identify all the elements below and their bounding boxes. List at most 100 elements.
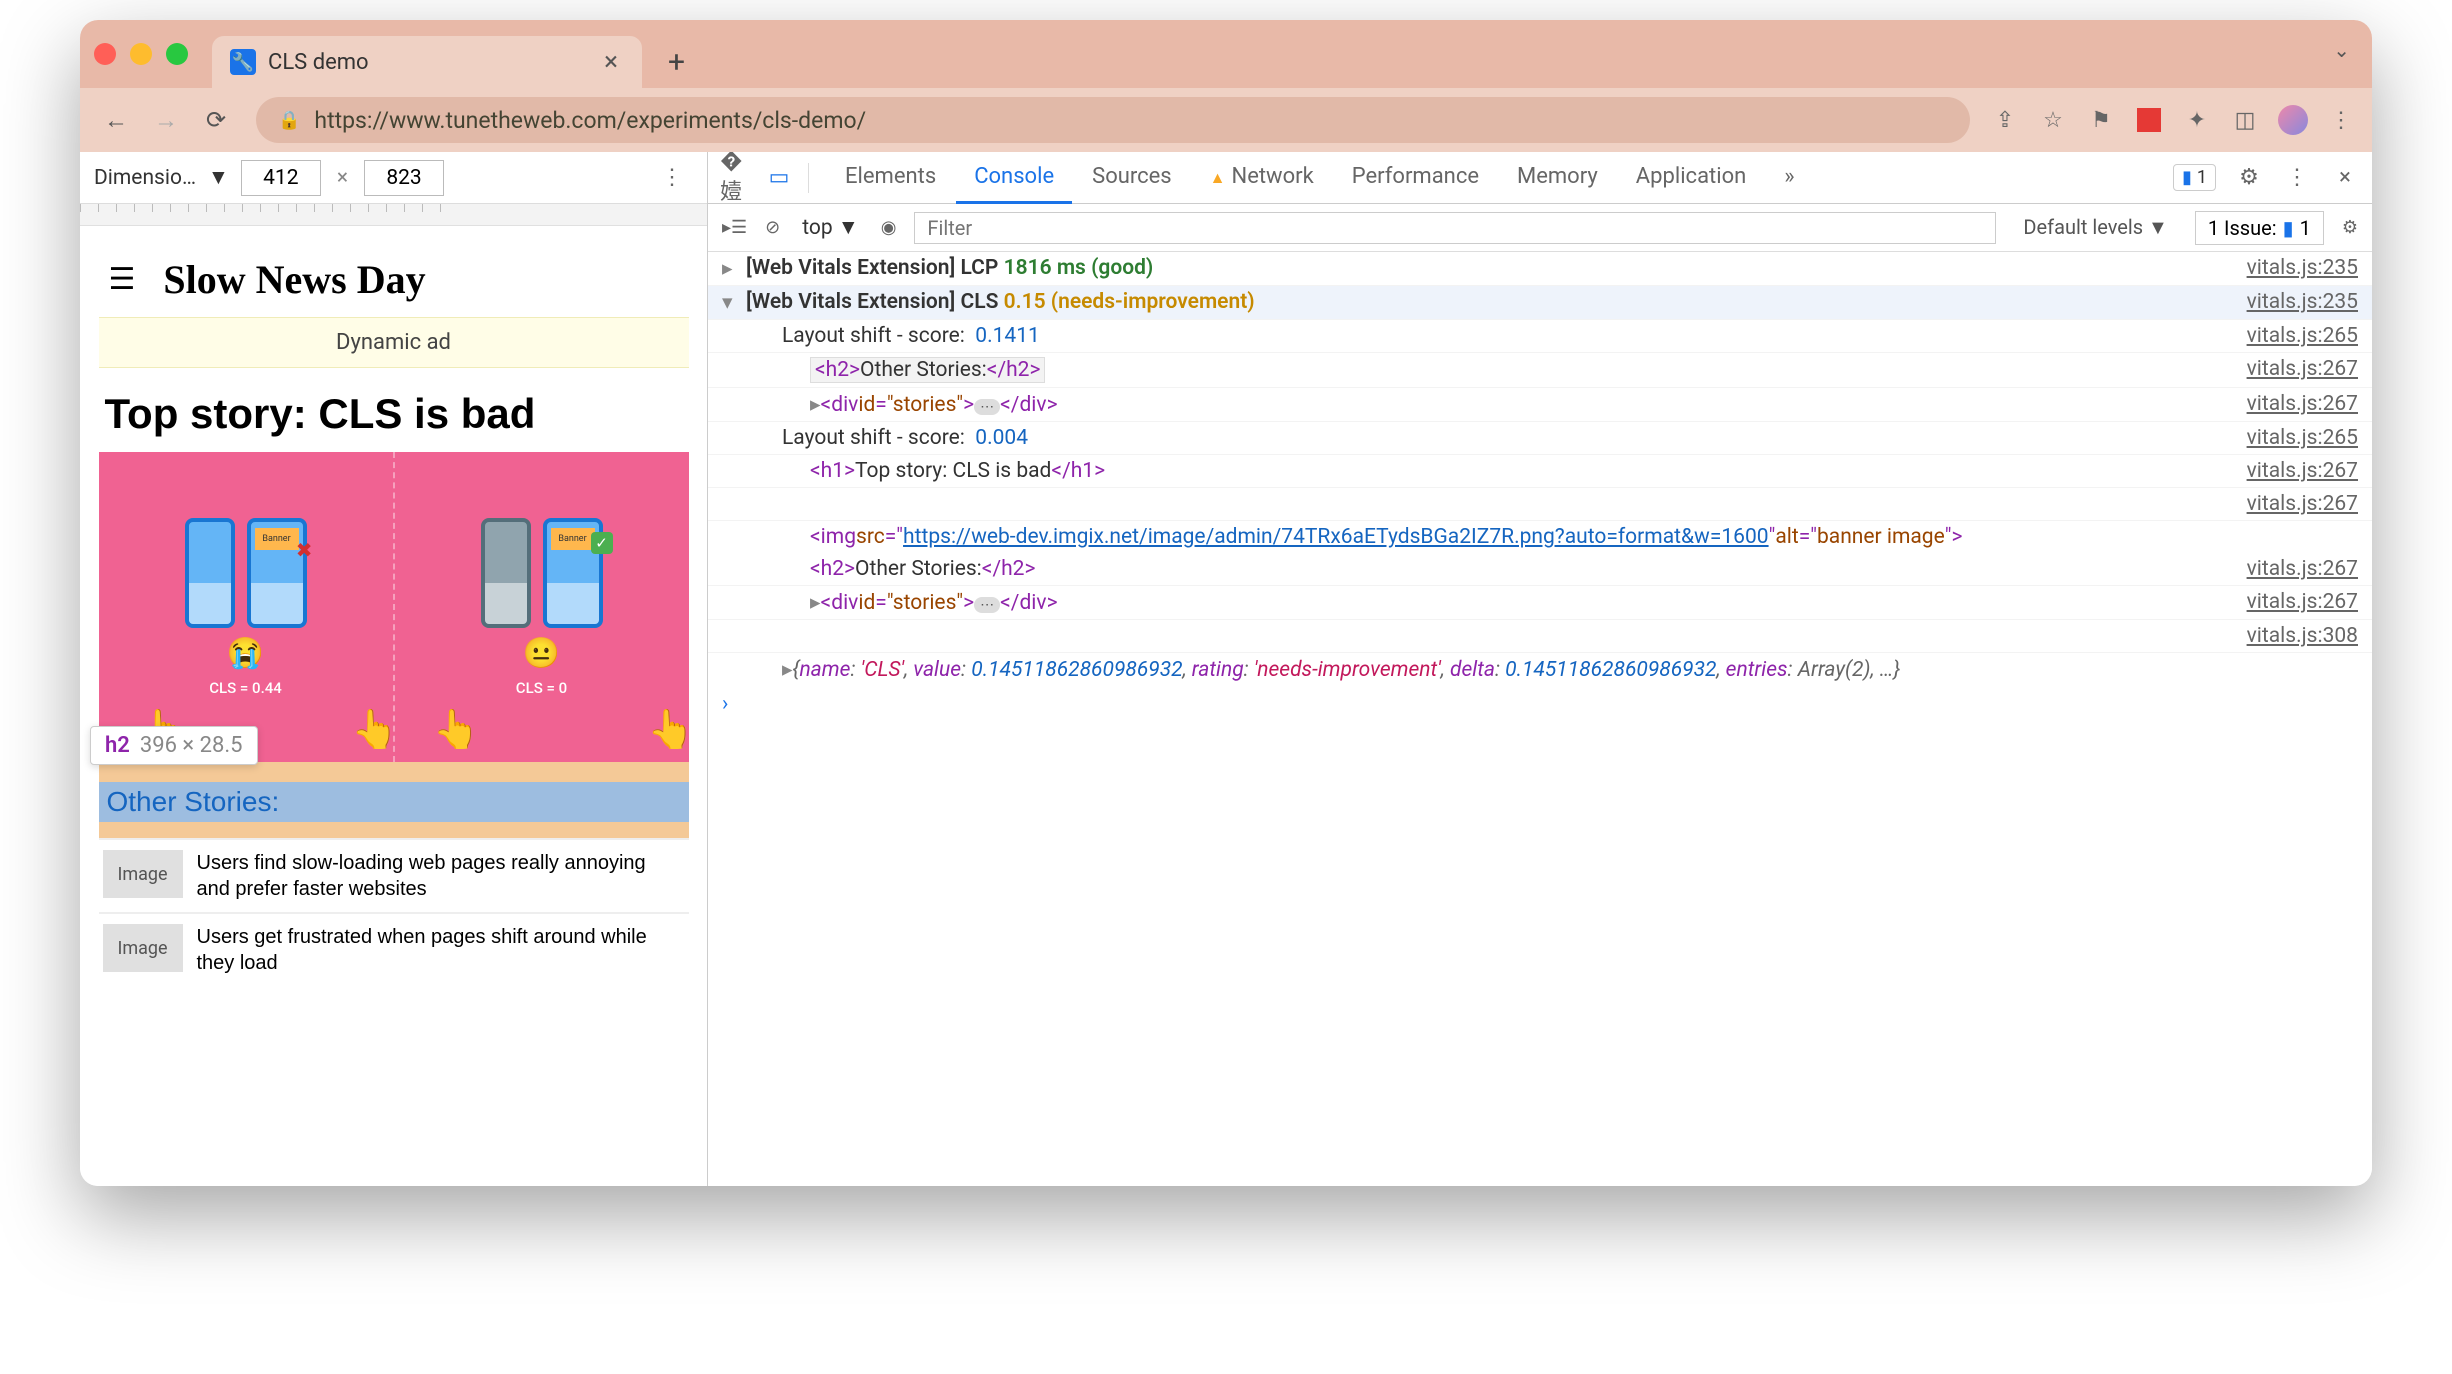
devtools-close-icon[interactable]: × <box>2330 163 2360 193</box>
new-tab-button[interactable]: + <box>660 37 693 88</box>
tab-overflow-icon[interactable]: » <box>1766 152 1812 204</box>
address-bar[interactable]: 🔒 https://www.tunetheweb.com/experiments… <box>256 97 1970 143</box>
flag-icon[interactable]: ⚑ <box>2086 105 2116 135</box>
device-viewport: ☰ Slow News Day Dynamic ad Top story: CL… <box>80 226 707 1186</box>
disclosure-icon[interactable]: ▸ <box>782 657 793 682</box>
tab-sources[interactable]: Sources <box>1074 152 1190 204</box>
source-link[interactable]: vitals.js:267 <box>2227 357 2358 381</box>
source-link[interactable]: vitals.js:267 <box>2227 492 2358 516</box>
inspector-tooltip: h2 396 × 28.5 <box>90 726 258 765</box>
story-item[interactable]: Image Users find slow-loading web pages … <box>99 838 689 912</box>
bookmark-icon[interactable]: ☆ <box>2038 105 2068 135</box>
source-link[interactable]: vitals.js:267 <box>2227 590 2358 614</box>
titlebar: 🔧 CLS demo × + ⌄ <box>80 20 2372 88</box>
inspected-element: Other Stories: <box>99 782 689 822</box>
window-close[interactable] <box>94 43 116 65</box>
source-link[interactable]: vitals.js:265 <box>2227 324 2358 348</box>
times-separator: × <box>333 166 352 190</box>
menu-icon[interactable]: ⋮ <box>2326 105 2356 135</box>
live-expression-icon[interactable]: ◉ <box>881 217 897 238</box>
devtools-tabs: �嬄 ▭ Elements Console Sources Network Pe… <box>708 152 2372 204</box>
window-minimize[interactable] <box>130 43 152 65</box>
width-input[interactable] <box>241 160 321 196</box>
dimensions-dropdown-icon[interactable]: ▼ <box>208 166 229 190</box>
ruler <box>80 204 707 226</box>
source-link[interactable]: vitals.js:267 <box>2227 459 2358 483</box>
source-link[interactable]: vitals.js:267 <box>2227 557 2358 581</box>
story-thumbnail: Image <box>103 924 183 972</box>
console-drawer-icon[interactable]: ▸☰ <box>722 217 747 238</box>
element-preview[interactable]: <h2>Other Stories:</h2> <box>810 357 1045 383</box>
disclosure-icon[interactable]: ▸ <box>810 590 821 615</box>
source-link[interactable]: vitals.js:265 <box>2227 426 2358 450</box>
window-maximize[interactable] <box>166 43 188 65</box>
dimensions-label: Dimensio… <box>94 166 196 190</box>
tab-performance[interactable]: Performance <box>1334 152 1497 204</box>
issues-badge[interactable]: ▮1 <box>2173 164 2216 191</box>
tab-favicon: 🔧 <box>230 49 256 75</box>
tab-memory[interactable]: Memory <box>1499 152 1616 204</box>
reload-button[interactable]: ⟳ <box>196 100 236 140</box>
extensions-icon[interactable]: ✦ <box>2182 105 2212 135</box>
img-src-link[interactable]: https://web-dev.imgix.net/image/admin/74… <box>903 525 1769 549</box>
height-input[interactable] <box>364 160 444 196</box>
tooltip-dimensions: 396 × 28.5 <box>140 733 243 758</box>
source-link[interactable]: vitals.js:235 <box>2227 290 2358 314</box>
tooltip-tag: h2 <box>105 733 130 758</box>
crying-emoji: 😭 <box>227 636 264 671</box>
tab-dropdown-icon[interactable]: ⌄ <box>2333 38 2350 62</box>
issues-summary[interactable]: 1 Issue: ▮ 1 <box>2195 211 2324 245</box>
profile-avatar[interactable] <box>2278 105 2308 135</box>
context-selector[interactable]: top ▼ <box>798 212 862 244</box>
device-menu-icon[interactable]: ⋮ <box>651 165 693 190</box>
img-alt-text: banner image <box>1817 525 1945 549</box>
story-thumbnail: Image <box>103 850 183 898</box>
neutral-emoji: 😐 <box>523 636 560 671</box>
highlight-overlay <box>99 762 689 782</box>
cls-bad-label: CLS = 0.44 <box>209 679 282 697</box>
url-text: https://www.tunetheweb.com/experiments/c… <box>314 107 866 134</box>
source-link[interactable]: vitals.js:267 <box>2227 392 2358 416</box>
extension-icon[interactable] <box>2134 105 2164 135</box>
browser-toolbar: ← → ⟳ 🔒 https://www.tunetheweb.com/exper… <box>80 88 2372 152</box>
tab-close-icon[interactable]: × <box>598 47 624 77</box>
log-levels-selector[interactable]: Default levels ▼ <box>2014 210 2176 245</box>
object-preview[interactable]: {name: 'CLS', value: 0.14511862860986932… <box>793 658 1901 682</box>
console-filter-input[interactable] <box>914 212 1996 244</box>
sidepanel-icon[interactable]: ◫ <box>2230 105 2260 135</box>
devtools-menu-icon[interactable]: ⋮ <box>2282 163 2312 193</box>
tab-application[interactable]: Application <box>1618 152 1764 204</box>
other-stories-heading: Other Stories: <box>107 786 681 818</box>
story-text: Users get frustrated when pages shift ar… <box>197 924 685 976</box>
disclosure-icon[interactable]: ▸ <box>810 392 821 417</box>
settings-icon[interactable]: ⚙ <box>2234 163 2264 193</box>
disclosure-icon[interactable]: ▸ <box>722 256 742 281</box>
device-mode-icon[interactable]: ▭ <box>764 163 794 193</box>
top-story-headline: Top story: CLS is bad <box>99 368 689 452</box>
story-item[interactable]: Image Users get frustrated when pages sh… <box>99 912 689 986</box>
source-link[interactable]: vitals.js:308 <box>2227 624 2358 648</box>
site-title: Slow News Day <box>163 256 425 303</box>
tab-elements[interactable]: Elements <box>827 152 954 204</box>
disclosure-icon[interactable]: ▾ <box>722 290 742 315</box>
forward-button[interactable]: → <box>146 100 186 140</box>
console-prompt[interactable]: › <box>708 686 2372 722</box>
console-output: ▸ [Web Vitals Extension] LCP 1816 ms (go… <box>708 252 2372 1186</box>
back-button[interactable]: ← <box>96 100 136 140</box>
tab-console[interactable]: Console <box>956 152 1072 204</box>
share-icon[interactable]: ⇪ <box>1990 105 2020 135</box>
cls-good-label: CLS = 0 <box>516 679 567 697</box>
tab-title: CLS demo <box>268 50 369 75</box>
hamburger-icon[interactable]: ☰ <box>109 262 136 297</box>
console-toolbar: ▸☰ ⊘ top ▼ ◉ Default levels ▼ 1 Issue: ▮… <box>708 204 2372 252</box>
source-link[interactable]: vitals.js:235 <box>2227 256 2358 280</box>
device-toolbar: Dimensio… ▼ × ⋮ <box>80 152 707 204</box>
inspect-icon[interactable]: �嬄 <box>720 163 750 193</box>
banner-image: Banner✖ 👆 👆 😭 CLS = 0.44 Banner✓ <box>99 452 689 762</box>
browser-tab[interactable]: 🔧 CLS demo × <box>212 36 642 88</box>
lock-icon: 🔒 <box>278 110 300 131</box>
tab-network[interactable]: Network <box>1192 152 1332 204</box>
story-text: Users find slow-loading web pages really… <box>197 850 685 902</box>
clear-console-icon[interactable]: ⊘ <box>765 217 780 238</box>
console-settings-icon[interactable]: ⚙ <box>2342 217 2358 238</box>
